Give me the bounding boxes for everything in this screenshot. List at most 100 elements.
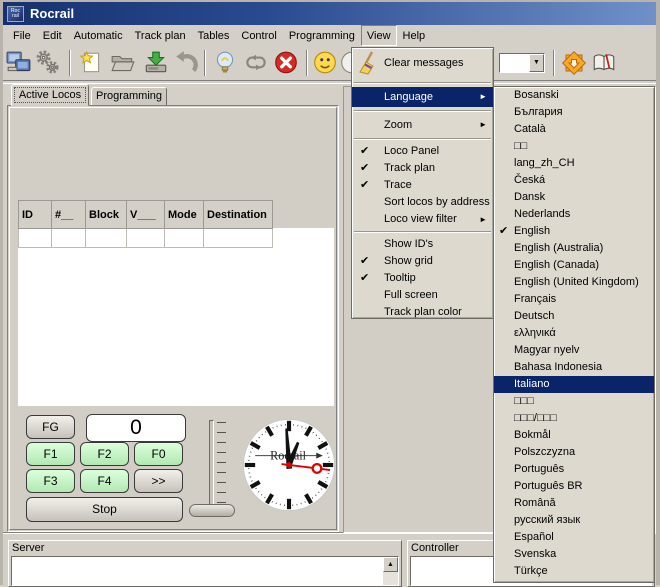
server-scrollbar[interactable]: ▲ [383, 557, 398, 585]
loco-list-area[interactable] [18, 228, 334, 406]
menu-item-label: □□□/□□□ [514, 412, 557, 424]
lang-english-uk[interactable]: English (United Kingdom) [494, 274, 654, 291]
title-bar[interactable]: Roc rail Rocrail [3, 2, 656, 25]
col-id[interactable]: ID [19, 201, 52, 229]
lamp-icon[interactable] [212, 50, 238, 76]
help-book-icon[interactable] [591, 50, 617, 76]
lang-espanol[interactable]: Español [494, 529, 654, 546]
menu-automatic[interactable]: Automatic [68, 25, 129, 46]
open-folder-icon[interactable] [110, 50, 136, 76]
menu-help[interactable]: Help [397, 25, 432, 46]
f0-button[interactable]: F0 [134, 442, 183, 466]
menu-view[interactable]: View [361, 25, 397, 46]
lang-svenska[interactable]: Svenska [494, 546, 654, 563]
menu-item-zoom[interactable]: Zoom ► [352, 115, 493, 135]
server-log-area[interactable]: ▲ [11, 556, 399, 586]
menu-item-label: Nederlands [514, 208, 570, 220]
save-icon[interactable] [143, 50, 169, 76]
tab-programming[interactable]: Programming [91, 87, 167, 106]
gears-icon[interactable] [35, 50, 61, 76]
col-address[interactable]: #__ [52, 201, 86, 229]
menu-item-label: Español [514, 531, 554, 543]
scroll-up-icon[interactable]: ▲ [383, 557, 398, 572]
lang-russian[interactable]: русский язык [494, 512, 654, 529]
lang-francais[interactable]: Français [494, 291, 654, 308]
emergency-stop-icon[interactable] [273, 50, 299, 76]
lang-bosanski[interactable]: Bosanski [494, 87, 654, 104]
menu-item-show-grid[interactable]: Show grid [352, 253, 493, 270]
menu-item-show-ids[interactable]: Show ID's [352, 236, 493, 253]
menu-control[interactable]: Control [235, 25, 282, 46]
menu-file[interactable]: File [7, 25, 37, 46]
menu-item-sort-locos[interactable]: Sort locos by address [352, 194, 493, 211]
menu-item-trace[interactable]: Trace [352, 177, 493, 194]
update-starburst-icon[interactable] [561, 50, 587, 76]
menu-programming[interactable]: Programming [283, 25, 361, 46]
col-speed[interactable]: V___ [127, 201, 165, 229]
lang-turkce[interactable]: Türkçe [494, 563, 654, 580]
more-functions-button[interactable]: >> [134, 469, 183, 493]
loco-combobox[interactable]: ▼ [499, 53, 545, 73]
lang-romana[interactable]: Română [494, 495, 654, 512]
fg-button[interactable]: FG [26, 415, 75, 439]
app-icon: Roc rail [7, 6, 24, 22]
col-block[interactable]: Block [86, 201, 127, 229]
f4-button[interactable]: F4 [80, 469, 129, 493]
speed-slider-thumb[interactable] [189, 504, 235, 517]
loco-table-empty-row[interactable] [19, 229, 273, 248]
lang-nederlands[interactable]: Nederlands [494, 206, 654, 223]
f3-button[interactable]: F3 [26, 469, 75, 493]
lang-dansk[interactable]: Dansk [494, 189, 654, 206]
f2-button[interactable]: F2 [80, 442, 129, 466]
menu-item-clear-messages[interactable]: Clear messages [352, 48, 493, 79]
menu-item-label: Clear messages [384, 57, 463, 69]
lang-magyar[interactable]: Magyar nyelv [494, 342, 654, 359]
lang-english[interactable]: English [494, 223, 654, 240]
smiley-icon[interactable] [312, 50, 338, 76]
menu-item-label: Bokmål [514, 429, 551, 441]
combobox-dropdown-icon[interactable]: ▼ [529, 54, 544, 72]
menu-item-track-plan[interactable]: Track plan [352, 160, 493, 177]
tab-active-locos[interactable]: Active Locos [11, 84, 89, 106]
menu-item-label: Português [514, 463, 564, 475]
loop-icon[interactable] [243, 50, 269, 76]
analog-clock: Rocrail [242, 418, 336, 512]
submenu-arrow-icon: ► [479, 115, 487, 135]
undo-icon[interactable] [173, 50, 199, 76]
menu-item-loco-panel[interactable]: Loco Panel [352, 143, 493, 160]
lang-indonesia[interactable]: Bahasa Indonesia [494, 359, 654, 376]
speed-slider-track[interactable] [209, 420, 214, 516]
lang-portugues[interactable]: Português [494, 461, 654, 478]
lang-italiano[interactable]: Italiano [494, 376, 654, 393]
lang-cjk-boxes-2[interactable]: □□□ [494, 393, 654, 410]
lang-english-au[interactable]: English (Australia) [494, 240, 654, 257]
lang-zh-ch[interactable]: lang_zh_CH [494, 155, 654, 172]
menu-item-tooltip[interactable]: Tooltip [352, 270, 493, 287]
lang-bokmal[interactable]: Bokmål [494, 427, 654, 444]
lang-ceska[interactable]: Česká [494, 172, 654, 189]
col-mode[interactable]: Mode [165, 201, 204, 229]
stop-button[interactable]: Stop [26, 497, 183, 522]
dual-monitors-icon[interactable] [6, 50, 32, 76]
lang-english-ca[interactable]: English (Canada) [494, 257, 654, 274]
menu-tables[interactable]: Tables [192, 25, 236, 46]
lang-cjk-boxes[interactable]: □□ [494, 138, 654, 155]
lang-bulgarian[interactable]: България [494, 104, 654, 121]
lang-greek[interactable]: ελληνικά [494, 325, 654, 342]
menu-edit[interactable]: Edit [37, 25, 68, 46]
menu-item-loco-view-filter[interactable]: Loco view filter ► [352, 211, 493, 228]
f1-button[interactable]: F1 [26, 442, 75, 466]
lang-catala[interactable]: Català [494, 121, 654, 138]
lang-cjk-boxes-3[interactable]: □□□/□□□ [494, 410, 654, 427]
menu-item-full-screen[interactable]: Full screen [352, 287, 493, 304]
menu-item-track-plan-color[interactable]: Track plan color [352, 304, 493, 321]
menu-item-language[interactable]: Language ► [352, 87, 493, 107]
menu-item-label: Türkçe [514, 565, 548, 577]
lang-polszczyzna[interactable]: Polszczyzna [494, 444, 654, 461]
menu-item-label: Loco view filter [384, 213, 457, 225]
menu-track-plan[interactable]: Track plan [129, 25, 192, 46]
col-destination[interactable]: Destination [204, 201, 273, 229]
lang-portugues-br[interactable]: Português BR [494, 478, 654, 495]
lang-deutsch[interactable]: Deutsch [494, 308, 654, 325]
new-file-icon[interactable] [78, 50, 104, 76]
